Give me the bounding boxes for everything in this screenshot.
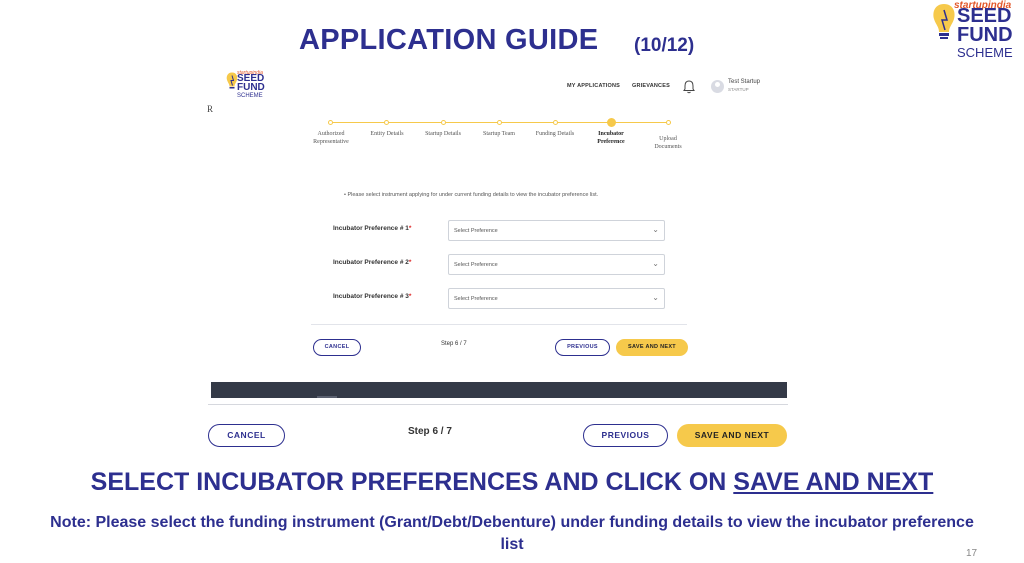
preference-1-label: Incubator Preference # 1*	[333, 225, 412, 232]
step-dot-4[interactable]	[497, 119, 502, 125]
slide-counter: (10/12)	[634, 35, 695, 56]
step-indicator-zoomed: Step 6 / 7	[408, 426, 452, 437]
logo-word-scheme: SCHEME	[237, 93, 263, 99]
step-dot-7[interactable]	[666, 119, 671, 125]
step-label-3[interactable]: Startup Details	[412, 130, 474, 138]
preference-3-placeholder: Select Preference	[454, 296, 498, 302]
avatar[interactable]	[711, 80, 724, 93]
logo-word-fund: FUND	[957, 24, 1013, 46]
chevron-down-icon: ⌄	[652, 259, 659, 268]
seed-fund-logo: startupindia SEED FUND SCHEME	[926, 0, 1022, 64]
chevron-down-icon: ⌄	[652, 225, 659, 234]
app-footer	[211, 382, 787, 398]
step-dot-2[interactable]	[384, 119, 389, 125]
step-label-6-active[interactable]: Incubator Preference	[580, 130, 642, 146]
slide-instruction: SELECT INCUBATOR PREFERENCES AND CLICK O…	[90, 468, 934, 496]
preference-2-label: Incubator Preference # 2*	[333, 259, 412, 266]
nav-my-applications[interactable]: MY APPLICATIONS	[567, 83, 620, 89]
cancel-button[interactable]: CANCEL	[313, 339, 361, 356]
logo-word-scheme: SCHEME	[957, 45, 1013, 60]
logo-word-fund: FUND	[237, 82, 265, 93]
step-label-2[interactable]: Entity Details	[356, 130, 418, 138]
footer-nub	[317, 396, 337, 398]
stray-text: R	[207, 104, 214, 114]
page-number: 17	[966, 548, 978, 559]
step-dot-3[interactable]	[441, 119, 446, 125]
step-dot-6-active[interactable]	[607, 117, 616, 127]
step-label-1[interactable]: Authorized Representative	[300, 130, 362, 146]
logo-word-seed: SEED	[957, 5, 1012, 27]
bell-icon[interactable]	[683, 80, 695, 94]
slide-note: Note: Please select the funding instrume…	[50, 514, 974, 553]
nav-grievances[interactable]: GRIEVANCES	[632, 83, 670, 89]
user-name[interactable]: Test Startup	[728, 79, 760, 85]
save-and-next-button-zoomed[interactable]: SAVE AND NEXT	[677, 424, 787, 447]
preference-1-select[interactable]: Select Preference ⌄	[448, 220, 665, 241]
step-dot-5[interactable]	[553, 119, 558, 125]
zoom-separator	[208, 404, 788, 405]
progress-stepper: Authorized Representative Entity Details …	[211, 114, 787, 154]
preference-3-select[interactable]: Select Preference ⌄	[448, 288, 665, 309]
step-dot-1[interactable]	[328, 119, 333, 125]
instrument-info: • Please select instrument applying for …	[344, 192, 599, 198]
step-indicator: Step 6 / 7	[441, 341, 467, 347]
preference-3-label: Incubator Preference # 3*	[333, 293, 412, 300]
chevron-down-icon: ⌄	[652, 293, 659, 302]
slide-title: APPLICATION GUIDE	[299, 24, 599, 56]
previous-button[interactable]: PREVIOUS	[555, 339, 610, 356]
form-divider	[311, 324, 687, 325]
app-header: startupindia SEED FUND SCHEME MY APPLICA…	[211, 66, 787, 106]
app-logo[interactable]: startupindia SEED FUND SCHEME	[225, 70, 275, 104]
user-role: STARTUP	[728, 87, 749, 92]
previous-button-zoomed[interactable]: PREVIOUS	[583, 424, 668, 447]
save-and-next-link: SAVE AND NEXT	[733, 468, 934, 496]
save-and-next-button[interactable]: SAVE AND NEXT	[616, 339, 688, 356]
cancel-button-zoomed[interactable]: CANCEL	[208, 424, 285, 447]
preference-2-placeholder: Select Preference	[454, 262, 498, 268]
step-label-5[interactable]: Funding Details	[524, 130, 586, 138]
application-screenshot: startupindia SEED FUND SCHEME MY APPLICA…	[207, 66, 787, 398]
step-label-7[interactable]: Upload Documents	[637, 135, 699, 151]
preference-2-select[interactable]: Select Preference ⌄	[448, 254, 665, 275]
step-label-4[interactable]: Startup Team	[468, 130, 530, 138]
preference-1-placeholder: Select Preference	[454, 228, 498, 234]
